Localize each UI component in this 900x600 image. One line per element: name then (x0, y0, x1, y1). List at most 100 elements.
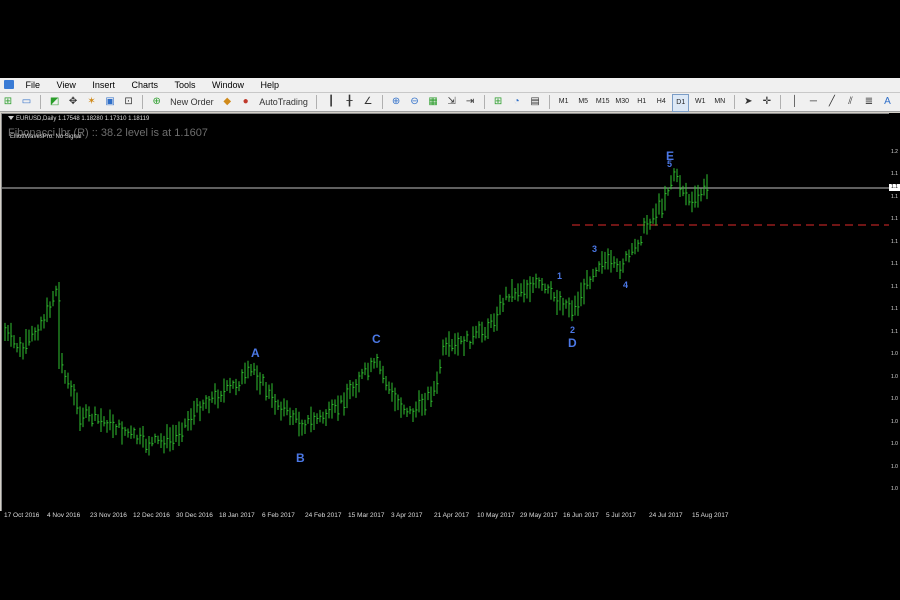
strategy-tester-icon[interactable]: ⊡ (121, 94, 137, 110)
price-label: 1.0 (891, 374, 898, 380)
channel-icon[interactable]: ⫽ (842, 94, 858, 110)
navigator-icon[interactable]: ✥ (65, 94, 81, 110)
price-label: 1.0 (891, 486, 898, 492)
price-label: 1.0 (891, 396, 898, 402)
price-label: 1.1 (891, 171, 898, 177)
cursor-icon[interactable]: ➤ (740, 94, 756, 110)
time-label: 21 Apr 2017 (434, 512, 470, 519)
zoom-out-icon[interactable]: ⊖ (407, 94, 423, 110)
autotrading-button[interactable]: AutoTrading (256, 94, 311, 110)
triangle-down-icon (8, 116, 14, 121)
toolbar-separator (548, 95, 550, 109)
new-chart-icon[interactable]: ⊞ (0, 94, 16, 110)
current-price-tag: 1.1 (889, 184, 900, 191)
time-label: 5 Jul 2017 (606, 512, 636, 519)
price-label: 1.0 (891, 351, 898, 357)
time-label: 15 Mar 2017 (348, 512, 385, 519)
timeframe-d1[interactable]: D1 (672, 94, 690, 112)
toolbar-separator (316, 95, 318, 109)
horizontal-line-icon[interactable]: ─ (805, 94, 821, 110)
time-scale[interactable]: 17 Oct 2016 4 Nov 2016 23 Nov 2016 12 De… (0, 511, 900, 523)
toolbar-separator (381, 95, 383, 109)
terminal-window: File View Insert Charts Tools Window Hel… (0, 78, 900, 523)
app-icon (4, 80, 14, 89)
bar-chart-icon[interactable]: ┃ (323, 94, 339, 110)
price-label: 1.1 (891, 329, 898, 335)
timeframe-m5[interactable]: M5 (575, 94, 592, 110)
indicator-status: ElliottWavesPro: No Signal (10, 134, 82, 140)
time-label: 12 Dec 2016 (133, 512, 170, 519)
toolbar: ⊞ ▭ ◩ ✥ ✶ ▣ ⊡ ⊕ New Order ◆ ● AutoTradin… (0, 93, 900, 112)
chart-shift-icon[interactable]: ⇥ (462, 94, 478, 110)
zoom-in-icon[interactable]: ⊕ (388, 94, 404, 110)
price-label: 1.0 (891, 441, 898, 447)
time-label: 15 Aug 2017 (692, 512, 729, 519)
price-label: 1.0 (891, 464, 898, 470)
periods-icon[interactable]: ◔ (509, 94, 525, 110)
price-label: 1.0 (891, 419, 898, 425)
wave-label-a: A (251, 346, 260, 360)
price-label: 1.1 (891, 239, 898, 245)
time-label: 30 Dec 2016 (176, 512, 213, 519)
price-label: 1.1 (891, 284, 898, 290)
vertical-line-icon[interactable]: │ (787, 94, 803, 110)
menu-help[interactable]: Help (254, 78, 287, 92)
time-label: 4 Nov 2016 (47, 512, 81, 519)
candlestick-icon[interactable]: ╂ (341, 94, 357, 110)
symbol-info: EURUSD,Daily 1.17548 1.18280 1.17310 1.1… (16, 116, 150, 122)
autoscroll-icon[interactable]: ⇲ (444, 94, 460, 110)
menu-insert[interactable]: Insert (85, 78, 122, 92)
metaeditor-icon[interactable]: ◆ (219, 94, 235, 110)
timeframe-mn[interactable]: MN (711, 94, 728, 110)
timeframe-m1[interactable]: M1 (555, 94, 572, 110)
text-label-icon[interactable]: A (879, 94, 895, 110)
crosshair-icon[interactable]: ✛ (759, 94, 775, 110)
price-scale[interactable]: 1.2 1.1 1.1 1.1 1.1 1.1 1.1 1.1 1.1 1.0 … (889, 113, 900, 513)
timeframe-h1[interactable]: H1 (633, 94, 650, 110)
new-order-icon[interactable]: ⊕ (149, 94, 165, 110)
data-window-icon[interactable]: ✶ (84, 94, 100, 110)
toolbar-separator (780, 95, 782, 109)
profiles-icon[interactable]: ▭ (19, 94, 35, 110)
wave-number-1: 1 (557, 271, 563, 281)
menu-file[interactable]: File (19, 78, 48, 92)
trendline-icon[interactable]: ╱ (824, 94, 840, 110)
chart-window[interactable]: EURUSD,Daily 1.17548 1.18280 1.17310 1.1… (1, 113, 890, 513)
line-chart-icon[interactable]: ∠ (360, 94, 376, 110)
price-label: 1.1 (891, 261, 898, 267)
wave-number-2: 2 (570, 325, 576, 335)
menu-tools[interactable]: Tools (167, 78, 202, 92)
menu-bar: File View Insert Charts Tools Window Hel… (0, 78, 900, 93)
price-label: 1.1 (891, 216, 898, 222)
time-label: 3 Apr 2017 (391, 512, 423, 519)
wave-number-3: 3 (592, 244, 598, 254)
menu-charts[interactable]: Charts (124, 78, 165, 92)
new-order-button[interactable]: New Order (167, 94, 217, 110)
time-label: 6 Feb 2017 (262, 512, 295, 519)
indicators-icon[interactable]: ⊞ (490, 94, 506, 110)
time-label: 23 Nov 2016 (90, 512, 127, 519)
tile-windows-icon[interactable]: ▦ (425, 94, 441, 110)
wave-label-d: D (568, 336, 577, 350)
timeframe-w1[interactable]: W1 (692, 94, 709, 110)
price-label: 1.1 (891, 306, 898, 312)
timeframe-m30[interactable]: M30 (614, 94, 631, 110)
timeframe-h4[interactable]: H4 (653, 94, 670, 110)
templates-icon[interactable]: ▤ (527, 94, 543, 110)
market-watch-icon[interactable]: ◩ (47, 94, 63, 110)
menu-window[interactable]: Window (205, 78, 251, 92)
menu-view[interactable]: View (50, 78, 83, 92)
toolbar-separator (142, 95, 144, 109)
terminal-icon[interactable]: ▣ (102, 94, 118, 110)
wave-label-b: B (296, 451, 305, 465)
time-label: 18 Jan 2017 (219, 512, 255, 519)
toolbar-separator (483, 95, 485, 109)
current-price-label: 1.1 (891, 184, 898, 190)
autotrading-icon[interactable]: ● (238, 94, 254, 110)
chart-header: EURUSD,Daily 1.17548 1.18280 1.17310 1.1… (8, 116, 149, 122)
fibonacci-icon[interactable]: ≣ (861, 94, 877, 110)
time-label: 24 Feb 2017 (305, 512, 342, 519)
wave-label-c: C (372, 332, 381, 346)
timeframe-m15[interactable]: M15 (594, 94, 611, 110)
price-chart[interactable] (2, 114, 889, 512)
